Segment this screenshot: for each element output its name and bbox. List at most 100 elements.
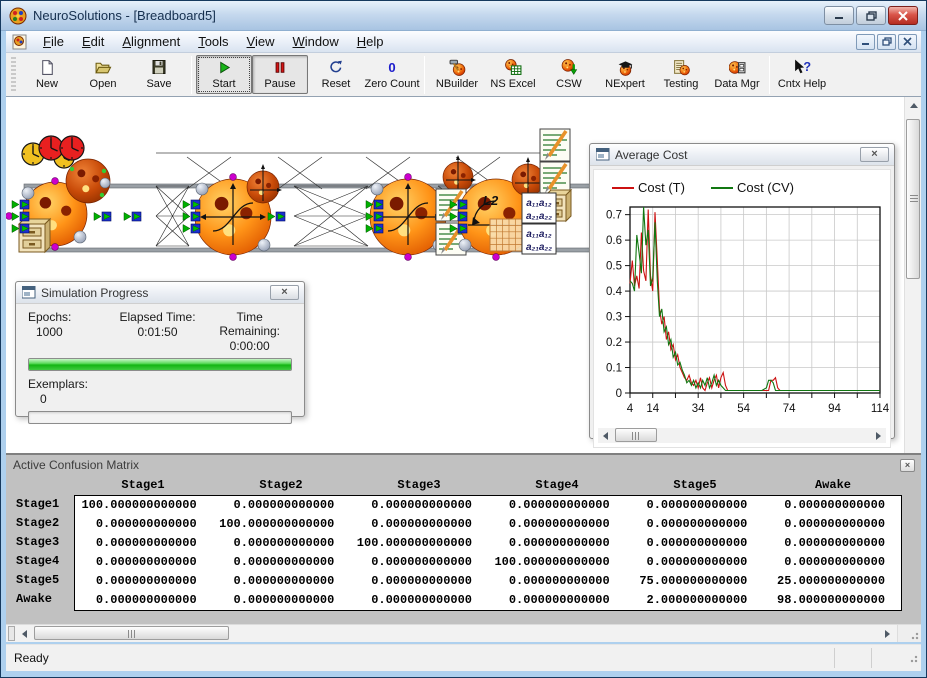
average-cost-close-button[interactable]: × xyxy=(860,147,889,162)
menu-file[interactable]: File xyxy=(34,32,73,51)
save-icon xyxy=(151,58,167,76)
matrix-column-header: Stage1 xyxy=(121,478,165,492)
toolbar-grip[interactable] xyxy=(11,56,16,93)
legend-item: Cost (T) xyxy=(612,180,685,195)
scroll-up-arrow[interactable] xyxy=(905,97,922,113)
matrix-cell: 0.000000000000 xyxy=(646,536,748,550)
table-row: 0.000000000000 0.000000000000 0.0000000000… xyxy=(75,572,901,591)
simulation-progress-title: Simulation Progress xyxy=(41,285,149,300)
start-button[interactable]: Start xyxy=(196,55,252,94)
table-row: 100.000000000000 0.000000000000 0.00000000… xyxy=(75,496,901,515)
horizontal-scroll-thumb[interactable] xyxy=(34,626,229,640)
scroll-right-arrow[interactable] xyxy=(871,428,886,443)
menu-help[interactable]: Help xyxy=(348,32,393,51)
matrix-row-label: Stage5 xyxy=(16,573,60,587)
menu-edit[interactable]: Edit xyxy=(73,32,113,51)
csw-button[interactable]: CSW xyxy=(541,55,597,94)
full-synapse-icon[interactable] xyxy=(293,185,369,247)
simulation-progress-titlebar[interactable]: Simulation Progress × xyxy=(16,282,304,304)
chart-horizontal-scrollbar[interactable] xyxy=(598,428,886,443)
table-row: 0.000000000000 0.000000000000 100.00000000… xyxy=(75,534,901,553)
pane-splitter[interactable] xyxy=(8,626,15,641)
toolbar-button-label: Start xyxy=(212,78,236,90)
ns-excel-button[interactable]: NS Excel xyxy=(485,55,541,94)
average-cost-titlebar[interactable]: Average Cost × xyxy=(590,144,894,166)
nexpert-button[interactable]: NExpert xyxy=(597,55,653,94)
window-titlebar[interactable]: NeuroSolutions - [Breadboard5] xyxy=(1,1,926,31)
gradient-search-icon[interactable] xyxy=(246,164,282,204)
status-separator xyxy=(834,648,835,668)
matrix-cell: 0.000000000000 xyxy=(233,555,335,569)
matrix-cell: 25.000000000000 xyxy=(777,574,886,588)
scroll-left-arrow[interactable] xyxy=(17,626,32,641)
zero-count-button[interactable]: 0 Zero Count xyxy=(364,55,420,94)
cntx-help-button[interactable]: ? Cntx Help xyxy=(774,55,830,94)
toolbar-button-label: Cntx Help xyxy=(777,78,827,90)
matrix-cell: 0.000000000000 xyxy=(508,517,610,531)
chart-scroll-thumb[interactable] xyxy=(615,428,657,442)
y-tick-label: 0.4 xyxy=(606,286,623,298)
y-tick-label: 0.6 xyxy=(606,235,622,247)
reset-button[interactable]: Reset xyxy=(308,55,364,94)
menu-window[interactable]: Window xyxy=(284,32,348,51)
mdi-client-area: L2 a₁₁a₁₂ a₂₁a₂₂ a₁₁a₁₂ a₂₁a₂₂ Simulation Pr… xyxy=(6,97,921,624)
matrix-row-label: Awake xyxy=(16,592,53,606)
menu-tools[interactable]: Tools xyxy=(189,32,237,51)
mdi-restore-button[interactable] xyxy=(877,33,896,50)
csw-icon xyxy=(561,58,578,76)
average-cost-window[interactable]: Average Cost × Cost (T) Cost (CV) 0 0.1 0.2… xyxy=(589,143,895,448)
weight-matrix-icon[interactable]: a₁₁a₁₂ a₂₁a₂₂ xyxy=(521,223,557,255)
matrix-cell: 0.000000000000 xyxy=(646,555,748,569)
save-button[interactable]: Save xyxy=(131,55,187,94)
matrix-cell: 0.000000000000 xyxy=(508,574,610,588)
minimize-button[interactable] xyxy=(824,6,854,25)
matrix-cell: 0.000000000000 xyxy=(95,517,197,531)
neurosolutions-window: NeuroSolutions - [Breadboard5] File Edit A… xyxy=(0,0,927,678)
menu-view[interactable]: View xyxy=(238,32,284,51)
matrix-row-label: Stage2 xyxy=(16,516,60,530)
confusion-matrix-panel: Active Confusion Matrix × Stage1 Stage2 St… xyxy=(6,453,921,624)
matrix-cell: 0.000000000000 xyxy=(508,593,610,607)
nbuilder-button[interactable]: NBuilder xyxy=(429,55,485,94)
toolbar-button-label: Data Mgr xyxy=(714,78,760,90)
legend-swatch xyxy=(612,186,634,189)
svg-text:a₂₁a₂₂: a₂₁a₂₂ xyxy=(526,211,552,222)
resize-grip[interactable] xyxy=(908,653,918,663)
confusion-matrix-close-button[interactable]: × xyxy=(900,458,915,472)
open-button[interactable]: Open xyxy=(75,55,131,94)
matrix-column-header: Stage5 xyxy=(673,478,717,492)
svg-text:a₁₁a₁₂: a₁₁a₁₂ xyxy=(526,198,552,209)
matrix-cell: 0.000000000000 xyxy=(508,536,610,550)
toolbar-button-label: Pause xyxy=(264,78,296,90)
menu-alignment[interactable]: Alignment xyxy=(113,32,189,51)
table-row: 0.000000000000 0.000000000000 0.0000000000… xyxy=(75,553,901,572)
probe-icon[interactable] xyxy=(539,128,571,162)
hidden-axon-icon[interactable] xyxy=(65,158,111,204)
matrix-row-label: Stage3 xyxy=(16,535,60,549)
svg-text:0: 0 xyxy=(388,60,395,75)
simulation-progress-close-button[interactable]: × xyxy=(270,285,299,300)
simulation-progress-window[interactable]: Simulation Progress × Epochs: 1000 Elaps… xyxy=(15,281,305,424)
weight-matrix-icon[interactable]: a₁₁a₁₂ a₂₁a₂₂ xyxy=(521,192,557,224)
scroll-left-arrow[interactable] xyxy=(598,428,613,443)
data-mgr-button[interactable]: Data Mgr xyxy=(709,55,765,94)
vertical-scrollbar[interactable] xyxy=(904,97,921,453)
mdi-close-button[interactable] xyxy=(898,33,917,50)
matrix-cell: 100.000000000000 xyxy=(81,498,197,512)
horizontal-scrollbar[interactable] xyxy=(6,624,921,642)
window-title: NeuroSolutions - [Breadboard5] xyxy=(33,8,216,23)
pause-button[interactable]: Pause xyxy=(252,55,308,94)
scroll-right-arrow[interactable] xyxy=(880,626,895,641)
x-tick-label: 114 xyxy=(871,403,890,415)
close-button[interactable] xyxy=(888,6,918,25)
new-button[interactable]: New xyxy=(19,55,75,94)
vertical-scroll-thumb[interactable] xyxy=(906,119,920,279)
testing-button[interactable]: Testing xyxy=(653,55,709,94)
mdi-minimize-button[interactable] xyxy=(856,33,875,50)
restore-button[interactable] xyxy=(856,6,886,25)
x-tick-label: 94 xyxy=(828,403,841,415)
matrix-cell: 2.000000000000 xyxy=(646,593,748,607)
probe-icon[interactable] xyxy=(539,161,571,195)
chart-legend: Cost (T) Cost (CV) xyxy=(594,170,890,197)
legend-label: Cost (CV) xyxy=(736,180,795,195)
